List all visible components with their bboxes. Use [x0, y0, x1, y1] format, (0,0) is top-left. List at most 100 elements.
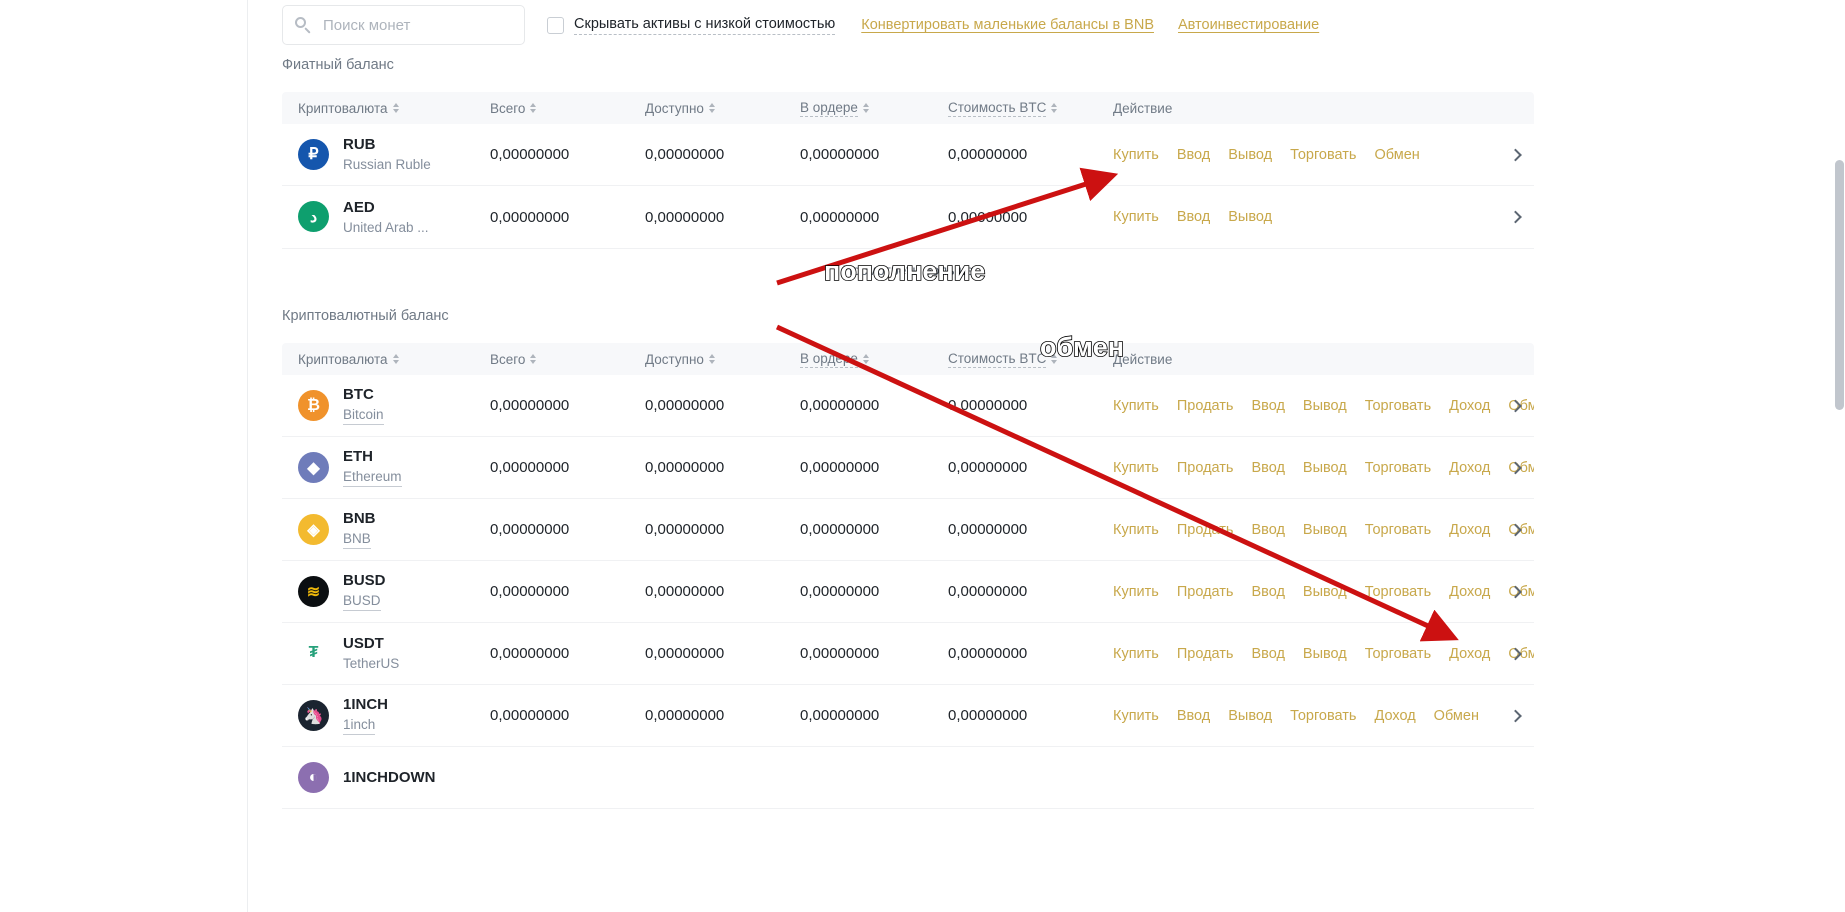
sort-icon[interactable]: [1051, 354, 1058, 364]
table-row[interactable]: ₽ RUB Russian Ruble 0,00000000 0,00000000 0,0…: [282, 124, 1534, 186]
search-box[interactable]: [282, 5, 525, 45]
action-link[interactable]: Купить: [1113, 646, 1159, 662]
action-link[interactable]: Купить: [1113, 209, 1159, 225]
action-link[interactable]: Доход: [1449, 522, 1490, 538]
cell-total: 0,00000000: [490, 707, 570, 724]
action-link[interactable]: Продать: [1177, 522, 1234, 538]
cell-available: 0,00000000: [645, 583, 725, 600]
action-link[interactable]: Торговать: [1365, 522, 1431, 538]
header-available[interactable]: Доступно: [645, 352, 800, 367]
action-link[interactable]: Доход: [1449, 646, 1490, 662]
sort-icon[interactable]: [1051, 103, 1058, 113]
action-link[interactable]: Обмен: [1374, 147, 1419, 163]
action-link[interactable]: Вывод: [1303, 522, 1347, 538]
action-link[interactable]: Ввод: [1251, 460, 1284, 476]
action-link[interactable]: Торговать: [1365, 646, 1431, 662]
show-more-fiat-button[interactable]: Посмотреть больше: [282, 248, 1534, 290]
action-link[interactable]: Вывод: [1303, 460, 1347, 476]
action-link[interactable]: Доход: [1449, 584, 1490, 600]
sort-icon[interactable]: [530, 103, 537, 113]
action-link[interactable]: Продать: [1177, 460, 1234, 476]
coin-name: 1INCH 1inch: [343, 695, 388, 736]
header-in-order[interactable]: В ордере: [800, 351, 948, 368]
sort-icon[interactable]: [862, 354, 869, 364]
action-link[interactable]: Продать: [1177, 398, 1234, 414]
cell-in-order: 0,00000000: [800, 397, 880, 414]
action-link[interactable]: Ввод: [1251, 646, 1284, 662]
coin-cell: ₮ USDT TetherUS: [282, 634, 490, 672]
hide-low-value-checkbox[interactable]: [547, 16, 564, 34]
page-scrollbar[interactable]: [1832, 0, 1845, 912]
header-available[interactable]: Доступно: [645, 101, 800, 116]
action-link[interactable]: Доход: [1374, 708, 1415, 724]
action-link[interactable]: Ввод: [1251, 522, 1284, 538]
action-link[interactable]: Ввод: [1177, 708, 1210, 724]
auto-invest-link[interactable]: Автоинвестирование: [1178, 17, 1319, 33]
action-link[interactable]: Вывод: [1303, 584, 1347, 600]
table-row[interactable]: 🦄 1INCH 1inch 0,00000000 0,00000000 0,0000000…: [282, 685, 1534, 747]
header-total[interactable]: Всего: [490, 101, 645, 116]
action-link[interactable]: Ввод: [1177, 209, 1210, 225]
action-link[interactable]: Торговать: [1365, 398, 1431, 414]
coin-symbol: RUB: [343, 136, 376, 154]
header-btc-value-label: Стоимость BTC: [948, 350, 1047, 368]
coin-name: RUB Russian Ruble: [343, 135, 431, 173]
action-link[interactable]: Купить: [1113, 708, 1159, 724]
action-link[interactable]: Торговать: [1365, 584, 1431, 600]
table-row[interactable]: ◈ BNB BNB 0,00000000 0,00000000 0,00000000 0,0…: [282, 499, 1534, 561]
cell-available: 0,00000000: [645, 146, 725, 163]
coin-fullname: 1inch: [343, 716, 376, 735]
action-link[interactable]: Вывод: [1303, 646, 1347, 662]
cell-total: 0,00000000: [490, 397, 570, 414]
action-link[interactable]: Обмен: [1434, 708, 1479, 724]
table-row[interactable]: ₿ BTC Bitcoin 0,00000000 0,00000000 0,0000000…: [282, 375, 1534, 437]
sort-icon[interactable]: [530, 354, 537, 364]
sort-icon[interactable]: [708, 103, 715, 113]
coin-cell: ◈ BNB BNB: [282, 509, 490, 550]
header-btc-value[interactable]: Стоимость BTC: [948, 100, 1113, 117]
action-link[interactable]: Торговать: [1290, 147, 1356, 163]
sort-icon[interactable]: [392, 354, 399, 364]
action-link[interactable]: Торговать: [1290, 708, 1356, 724]
header-coin[interactable]: Криптовалюта: [282, 352, 490, 367]
table-row[interactable]: ₮ USDT TetherUS 0,00000000 0,00000000 0,00000…: [282, 623, 1534, 685]
header-total[interactable]: Всего: [490, 352, 645, 367]
sort-icon[interactable]: [392, 103, 399, 113]
table-row[interactable]: ≋ BUSD BUSD 0,00000000 0,00000000 0,00000000 0…: [282, 561, 1534, 623]
action-link[interactable]: Продать: [1177, 584, 1234, 600]
convert-small-balances-link[interactable]: Конвертировать маленькие балансы в BNB: [861, 17, 1154, 33]
page-scrollbar-thumb[interactable]: [1835, 160, 1844, 410]
table-row[interactable]: ◐ 1INCHDOWN: [282, 747, 1534, 809]
action-link[interactable]: Купить: [1113, 584, 1159, 600]
action-link[interactable]: Купить: [1113, 460, 1159, 476]
action-link[interactable]: Вывод: [1303, 398, 1347, 414]
header-in-order-label: В ордере: [800, 350, 858, 368]
coin-fullname: BNB: [343, 530, 371, 549]
action-link[interactable]: Доход: [1449, 460, 1490, 476]
action-link[interactable]: Купить: [1113, 522, 1159, 538]
action-link[interactable]: Ввод: [1251, 398, 1284, 414]
sort-icon[interactable]: [862, 103, 869, 113]
action-link[interactable]: Продать: [1177, 646, 1234, 662]
header-in-order[interactable]: В ордере: [800, 100, 948, 117]
crypto-table-header: Криптовалюта Всего Доступно В ордере Сто…: [282, 343, 1534, 375]
search-input[interactable]: [321, 15, 511, 35]
fiat-balance-label: Фиатный баланс: [282, 57, 394, 73]
hide-low-value-toggle[interactable]: Скрывать активы с низкой стоимостью: [547, 16, 836, 35]
table-row[interactable]: د AED United Arab ... 0,00000000 0,00000000 0…: [282, 186, 1534, 248]
action-link[interactable]: Вывод: [1228, 209, 1272, 225]
action-link[interactable]: Торговать: [1365, 460, 1431, 476]
sort-icon[interactable]: [708, 354, 715, 364]
action-link[interactable]: Купить: [1113, 147, 1159, 163]
header-coin[interactable]: Криптовалюта: [282, 101, 490, 116]
table-row[interactable]: ◆ ETH Ethereum 0,00000000 0,00000000 0,000000…: [282, 437, 1534, 499]
header-btc-value[interactable]: Стоимость BTC: [948, 351, 1113, 368]
action-link[interactable]: Вывод: [1228, 708, 1272, 724]
action-link[interactable]: Вывод: [1228, 147, 1272, 163]
action-link[interactable]: Ввод: [1251, 584, 1284, 600]
action-link[interactable]: Ввод: [1177, 147, 1210, 163]
action-link[interactable]: Доход: [1449, 398, 1490, 414]
header-action: Действие: [1113, 352, 1534, 367]
coin-fullname: United Arab ...: [343, 219, 429, 235]
action-link[interactable]: Купить: [1113, 398, 1159, 414]
